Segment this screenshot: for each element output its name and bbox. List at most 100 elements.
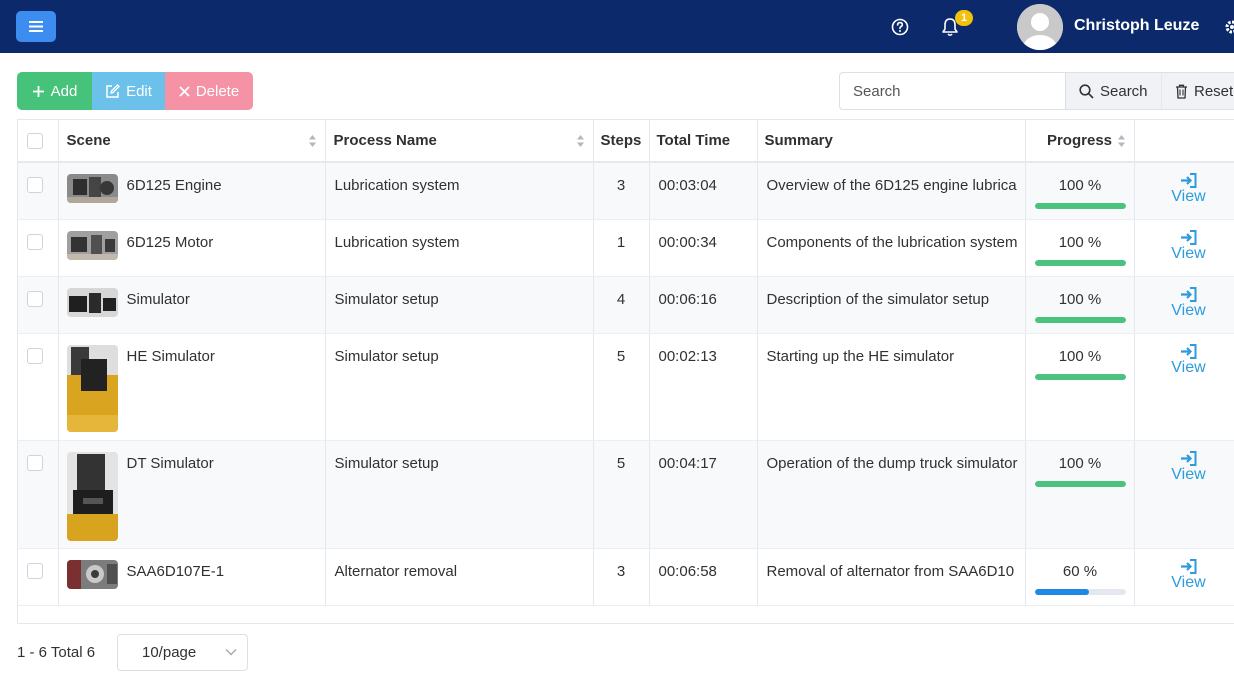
row-checkbox[interactable] <box>27 177 43 193</box>
delete-button[interactable]: Delete <box>165 72 253 110</box>
scene-name: HE Simulator <box>126 347 215 365</box>
total-time: 00:00:34 <box>658 233 717 251</box>
row-checkbox[interactable] <box>27 347 43 364</box>
page-size-select[interactable]: 10/page <box>117 634 248 671</box>
gear-icon[interactable] <box>1222 17 1234 37</box>
sort-icon[interactable] <box>308 134 317 148</box>
progress-cell: 100 % <box>1026 277 1126 323</box>
table-row: 6D125 Motor Lubrication system 1 00:00:3… <box>18 219 1234 277</box>
process-name: Lubrication system <box>334 233 460 251</box>
search-button[interactable]: Search <box>1065 72 1161 110</box>
scene-name: SAA6D107E-1 <box>126 562 225 580</box>
view-label: View <box>1171 573 1206 591</box>
sort-icon[interactable] <box>576 134 585 148</box>
table-row: DT Simulator Simulator setup 5 00:04:17 … <box>18 440 1234 549</box>
add-button-label: Add <box>50 82 78 100</box>
table-row: HE Simulator Simulator setup 5 00:02:13 … <box>18 333 1234 441</box>
progress-bar-fill <box>1034 259 1126 266</box>
table-row: 6D125 Engine Lubrication system 3 00:03:… <box>18 162 1234 220</box>
progress-bar-fill <box>1034 203 1126 209</box>
sign-in-icon <box>1181 450 1197 466</box>
table-row: Simulator Simulator setup 4 00:06:16 Des… <box>18 276 1234 334</box>
progress-label: 60 % <box>1062 562 1098 580</box>
chevron-down-icon <box>225 648 237 656</box>
progress-bar <box>1034 316 1126 323</box>
row-checkbox[interactable] <box>27 233 43 250</box>
view-button[interactable]: View <box>1135 549 1234 592</box>
select-all-checkbox[interactable] <box>27 132 43 149</box>
reset-button[interactable]: Reset <box>1161 72 1234 110</box>
view-label: View <box>1171 244 1206 262</box>
sign-in-icon <box>1181 229 1197 245</box>
view-button[interactable]: View <box>1135 277 1234 320</box>
scene-thumbnail <box>66 287 118 317</box>
column-header-scene[interactable]: Scene <box>58 120 326 163</box>
top-bar: 1 Christoph Leuze <box>0 0 1234 53</box>
trash-icon <box>1176 84 1187 99</box>
process-name: Simulator setup <box>334 454 439 472</box>
sign-in-icon <box>1181 343 1197 359</box>
notification-badge: 1 <box>955 10 973 26</box>
progress-bar-fill <box>1034 480 1126 487</box>
scene-name: 6D125 Motor <box>126 233 214 251</box>
summary-text: Operation of the dump truck simulator <box>766 454 1018 472</box>
user-name[interactable]: Christoph Leuze <box>1074 17 1199 35</box>
process-name: Simulator setup <box>334 290 439 308</box>
menu-icon <box>29 21 43 32</box>
view-button[interactable]: View <box>1135 334 1234 377</box>
progress-cell: 100 % <box>1026 163 1126 209</box>
column-header-summary: Summary <box>757 120 1026 163</box>
scene-thumbnail <box>66 230 118 260</box>
progress-label: 100 % <box>1058 290 1102 308</box>
row-checkbox[interactable] <box>27 562 43 579</box>
sort-icon[interactable] <box>1117 134 1126 148</box>
process-table: Scene Process Name Steps Total Time Summ… <box>17 119 1234 624</box>
close-icon <box>179 85 190 97</box>
column-header-progress[interactable]: Progress <box>1025 120 1135 163</box>
search-input[interactable] <box>839 72 1066 110</box>
progress-cell: 60 % <box>1026 549 1126 595</box>
progress-bar-fill <box>1034 316 1126 323</box>
column-header-process[interactable]: Process Name <box>325 120 594 163</box>
plus-icon <box>32 85 44 97</box>
summary-text: Removal of alternator from SAA6D10 <box>766 562 1015 580</box>
avatar[interactable] <box>1017 4 1063 50</box>
scene-name: DT Simulator <box>126 454 214 472</box>
progress-bar-fill <box>1034 588 1090 595</box>
edit-button[interactable]: Edit <box>92 72 165 110</box>
menu-button[interactable] <box>16 11 56 42</box>
progress-label: 100 % <box>1058 454 1102 472</box>
view-label: View <box>1171 358 1206 376</box>
total-time: 00:02:13 <box>658 347 717 365</box>
view-button[interactable]: View <box>1135 220 1234 263</box>
steps-value: 5 <box>616 347 626 365</box>
total-time: 00:03:04 <box>658 177 717 194</box>
summary-text: Components of the lubrication system <box>766 233 1018 251</box>
edit-button-label: Edit <box>126 82 152 100</box>
view-button[interactable]: View <box>1135 163 1234 206</box>
column-header-total-time: Total Time <box>649 120 758 163</box>
add-button[interactable]: Add <box>17 72 92 110</box>
help-icon[interactable] <box>890 17 910 37</box>
summary-text: Starting up the HE simulator <box>766 347 955 365</box>
select-all-cell <box>18 120 59 163</box>
total-time: 00:06:16 <box>658 290 717 308</box>
sign-in-icon <box>1181 558 1197 574</box>
scene-name: 6D125 Engine <box>126 177 222 194</box>
view-button[interactable]: View <box>1135 441 1234 484</box>
pagination-total: 1 - 6 Total 6 <box>17 644 96 661</box>
row-checkbox[interactable] <box>27 454 43 471</box>
steps-value: 3 <box>616 177 626 194</box>
process-name: Simulator setup <box>334 347 439 365</box>
summary-text: Overview of the 6D125 engine lubrica <box>766 177 1017 194</box>
view-label: View <box>1171 188 1206 205</box>
steps-value: 3 <box>616 562 626 580</box>
progress-bar <box>1034 588 1126 595</box>
progress-bar <box>1034 480 1126 487</box>
progress-bar <box>1034 203 1126 209</box>
process-name: Lubrication system <box>334 177 460 194</box>
summary-text: Description of the simulator setup <box>766 290 990 308</box>
scene-thumbnail <box>66 559 118 589</box>
progress-bar <box>1034 259 1126 266</box>
row-checkbox[interactable] <box>27 290 43 307</box>
